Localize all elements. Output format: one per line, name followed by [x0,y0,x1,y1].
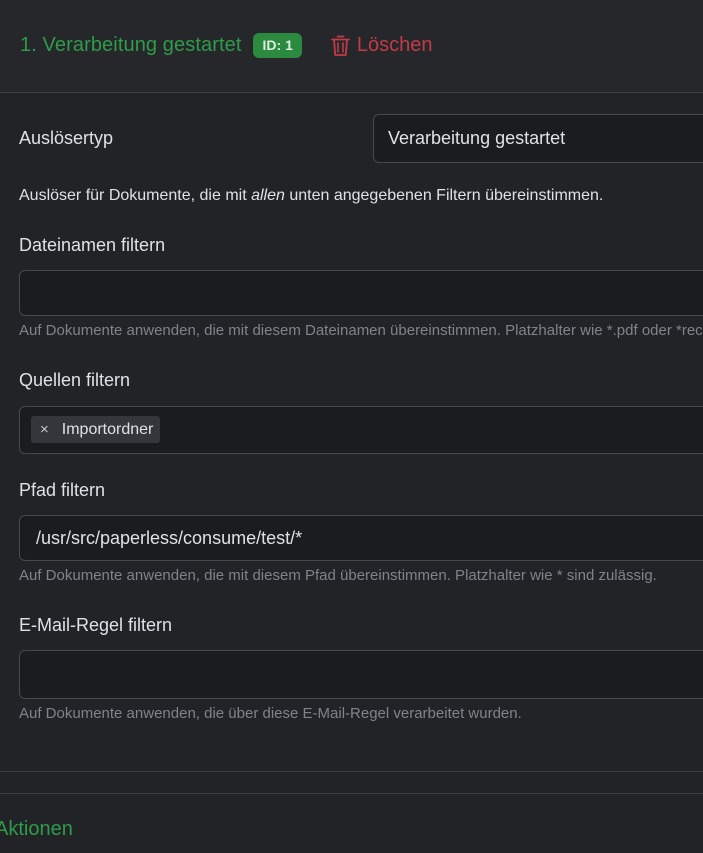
filename-filter-hint: Auf Dokumente anwenden, die mit diesem D… [19,322,703,339]
id-badge: ID: 1 [252,33,302,58]
divider [0,771,703,772]
description-prefix: Auslöser für Dokumente, die mit [19,187,252,204]
source-chip-label: Importordner [61,420,154,438]
delete-button[interactable]: Löschen [330,34,433,57]
description-emphasis: allen [251,187,285,204]
sources-filter-select[interactable]: × Importordner [19,406,703,454]
chip-remove-icon[interactable]: × [40,421,49,438]
path-filter-hint: Auf Dokumente anwenden, die mit diesem P… [19,567,657,584]
filename-filter-label: Dateinamen filtern [19,235,166,255]
workflow-trigger-panel: 1. Verarbeitung gestartet ID: 1 Löschen … [0,0,703,853]
path-filter-input[interactable]: /usr/src/paperless/consume/test/* [19,515,703,561]
description-suffix: unten angegebenen Filtern übereinstimmen… [284,187,604,204]
delete-label: Löschen [356,34,433,56]
trigger-type-label: Auslösertyp [19,128,114,148]
mailrule-filter-hint: Auf Dokumente anwenden, die über diese E… [19,705,522,722]
trigger-title[interactable]: 1. Verarbeitung gestartet [20,34,242,57]
filename-filter-input[interactable] [19,270,703,316]
mailrule-filter-select[interactable] [19,650,703,699]
trigger-header: 1. Verarbeitung gestartet ID: 1 Löschen [0,0,703,93]
path-filter-value: /usr/src/paperless/consume/test/* [36,528,303,548]
trigger-type-value: Verarbeitung gestartet [388,128,566,148]
trash-icon [330,35,350,56]
trigger-type-select[interactable]: Verarbeitung gestartet [373,114,703,163]
trigger-header-row: 1. Verarbeitung gestartet ID: 1 Löschen [20,33,433,58]
actions-section-title[interactable]: Aktionen [0,818,73,841]
divider [0,793,703,794]
sources-filter-label: Quellen filtern [19,370,131,390]
mailrule-filter-label: E-Mail-Regel filtern [19,615,173,635]
path-filter-label: Pfad filtern [19,480,106,500]
source-chip: × Importordner [31,416,161,443]
filter-description: Auslöser für Dokumente, die mit allen un… [19,187,603,205]
